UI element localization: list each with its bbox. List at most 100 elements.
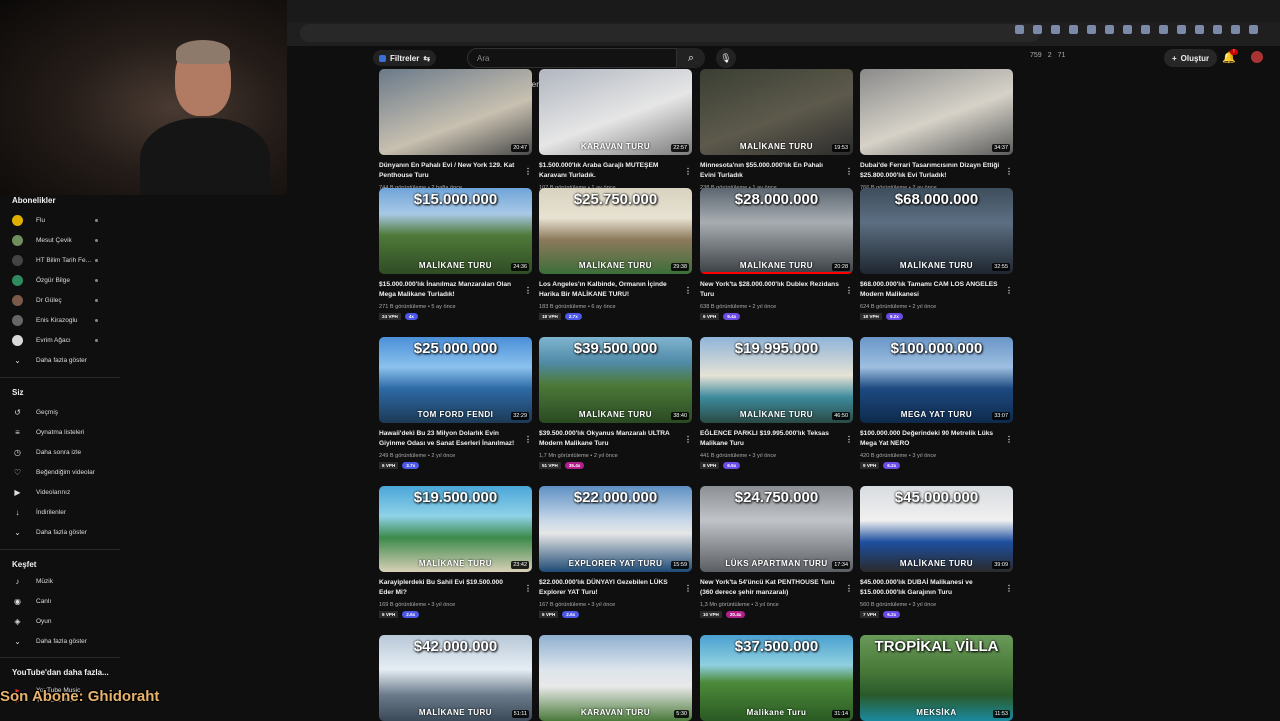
video-card[interactable]: $28.000.000 MALİKANE TURU 20:28 New York'ta… — [700, 188, 853, 320]
video-thumbnail[interactable]: $68.000.000 MALİKANE TURU 32:55 — [860, 188, 1013, 274]
video-thumbnail[interactable]: MALİKANE TURU 19:53 — [700, 69, 853, 155]
video-card[interactable]: $37.500.000 Malikane Turu 31:14 — [700, 635, 853, 721]
more-options-icon[interactable]: ⋮ — [684, 584, 692, 593]
more-options-icon[interactable]: ⋮ — [684, 167, 692, 176]
video-card[interactable]: $25.000.000 TOM FORD FENDI 32:29 Hawaii'dek… — [379, 337, 532, 469]
more-options-icon[interactable]: ⋮ — [524, 286, 532, 295]
explore-title[interactable]: Keşfet — [12, 560, 36, 569]
more-options-icon[interactable]: ⋮ — [845, 584, 853, 593]
video-card[interactable]: KARAVAN TURU 22:57 $1.500.000'lık Araba Ga… — [539, 69, 692, 201]
extension-icon[interactable] — [1159, 25, 1168, 34]
video-card[interactable]: 34:37 Dubai'de Ferrari Tasarımcısının Diz… — [860, 69, 1013, 201]
video-card[interactable]: 20:47 Dünyanın En Pahalı Evi / New York 1… — [379, 69, 532, 201]
subscription-item[interactable]: Özgür Bilge — [12, 273, 112, 287]
video-thumbnail[interactable]: $25.000.000 TOM FORD FENDI 32:29 — [379, 337, 532, 423]
video-card[interactable]: $68.000.000 MALİKANE TURU 32:55 $68.000.000… — [860, 188, 1013, 320]
video-thumbnail[interactable]: $15.000.000 MALİKANE TURU 24:36 — [379, 188, 532, 274]
video-card[interactable]: $22.000.000 EXPLORER YAT TURU 15:59 $22.000… — [539, 486, 692, 618]
video-thumbnail[interactable]: 20:47 — [379, 69, 532, 155]
video-thumbnail[interactable]: $25.750.000 MALİKANE TURU 29:38 — [539, 188, 692, 274]
video-card[interactable]: $24.750.000 LÜKS APARTMAN TURU 17:34 New Yo… — [700, 486, 853, 618]
video-title[interactable]: $1.500.000'lık Araba Garajlı MUTEŞEM Kar… — [539, 161, 679, 181]
video-thumbnail[interactable]: $28.000.000 MALİKANE TURU 20:28 — [700, 188, 853, 274]
account-avatar[interactable] — [1251, 51, 1263, 63]
explore-item[interactable]: ♪ Müzik — [12, 574, 112, 588]
extension-icon[interactable] — [1051, 25, 1060, 34]
more-from-youtube-title[interactable]: YouTube'dan daha fazla... — [12, 668, 109, 677]
more-options-icon[interactable]: ⋮ — [524, 167, 532, 176]
video-title[interactable]: New York'ta $28.000.000'lık Dublex Rezid… — [700, 280, 840, 300]
video-card[interactable]: KARAVAN TURU 5:30 — [539, 635, 692, 721]
video-card[interactable]: $25.750.000 MALİKANE TURU 29:38 Los Angeles… — [539, 188, 692, 320]
video-thumbnail[interactable]: $45.000.000 MALİKANE TURU 39:09 — [860, 486, 1013, 572]
create-button[interactable]: + Oluştur — [1164, 49, 1218, 67]
show-more-subscriptions[interactable]: ⌄ Daha fazla göster — [12, 353, 112, 367]
search-input[interactable]: Ara — [467, 48, 677, 68]
you-section-title[interactable]: Siz — [12, 388, 24, 397]
more-options-icon[interactable]: ⋮ — [684, 286, 692, 295]
video-card[interactable]: $39.500.000 MALİKANE TURU 38:40 $39.500.000… — [539, 337, 692, 469]
more-options-icon[interactable]: ⋮ — [524, 584, 532, 593]
extension-icon[interactable] — [1195, 25, 1204, 34]
more-options-icon[interactable]: ⋮ — [1005, 584, 1013, 593]
video-title[interactable]: $15.000.000'lık İnanılmaz Manzaraları Ol… — [379, 280, 519, 300]
video-title[interactable]: EĞLENCE PARKLI $19.995.000'lık Teksas Ma… — [700, 429, 840, 449]
video-card[interactable]: $45.000.000 MALİKANE TURU 39:09 $45.000.000… — [860, 486, 1013, 618]
subscription-item[interactable]: HT Bilim Tarih Fe... — [12, 253, 112, 267]
extension-icon[interactable] — [1105, 25, 1114, 34]
show-more-you[interactable]: ⌄ Daha fazla göster — [12, 525, 112, 539]
video-title[interactable]: $100.000.000 Değerindeki 90 Metrelik Lük… — [860, 429, 1000, 449]
video-thumbnail[interactable]: TROPİKAL VİLLA MEKSİKA 11:53 — [860, 635, 1013, 721]
video-thumbnail[interactable]: $19.500.000 MALİKANE TURU 23:42 — [379, 486, 532, 572]
extension-icon[interactable] — [1141, 25, 1150, 34]
more-options-icon[interactable]: ⋮ — [1005, 286, 1013, 295]
video-title[interactable]: Karayiplerdeki Bu Sahil Evi $19.500.000 … — [379, 578, 519, 598]
extension-icon[interactable] — [1015, 25, 1024, 34]
filter-button[interactable]: Filtreler ⇆ — [373, 50, 437, 66]
video-thumbnail[interactable]: $39.500.000 MALİKANE TURU 38:40 — [539, 337, 692, 423]
you-item[interactable]: ▶ Videolarınız — [12, 485, 112, 499]
voice-search-button[interactable]: 🎙 — [716, 48, 736, 68]
video-title[interactable]: $45.000.000'lık DUBAİ Malikanesi ve $15.… — [860, 578, 1000, 598]
extension-icon[interactable] — [1069, 25, 1078, 34]
video-card[interactable]: MALİKANE TURU 19:53 Minnesota'nın $55.000.… — [700, 69, 853, 201]
show-more-explore[interactable]: ⌄ Daha fazla göster — [12, 634, 112, 648]
video-title[interactable]: New York'ta 54'üncü Kat PENTHOUSE Turu (… — [700, 578, 840, 598]
extension-icon[interactable] — [1087, 25, 1096, 34]
subscription-item[interactable]: Mesut Çevik — [12, 233, 112, 247]
subscription-item[interactable]: Enis Kirazoglu — [12, 313, 112, 327]
extension-icon[interactable] — [1231, 25, 1240, 34]
video-title[interactable]: Dünyanın En Pahalı Evi / New York 129. K… — [379, 161, 519, 181]
more-options-icon[interactable]: ⋮ — [845, 435, 853, 444]
video-card[interactable]: $100.000.000 MEGA YAT TURU 33:07 $100.000.0… — [860, 337, 1013, 469]
more-options-icon[interactable]: ⋮ — [845, 286, 853, 295]
explore-item[interactable]: ◉ Canlı — [12, 594, 112, 608]
video-thumbnail[interactable]: $22.000.000 EXPLORER YAT TURU 15:59 — [539, 486, 692, 572]
video-title[interactable]: $68.000.000'lık Tamamı CAM LOS ANGELES M… — [860, 280, 1000, 300]
video-title[interactable]: $39.500.000'lık Okyanus Manzaralı ULTRA … — [539, 429, 679, 449]
video-card[interactable]: $15.000.000 MALİKANE TURU 24:36 $15.000.000… — [379, 188, 532, 320]
explore-item[interactable]: ◈ Oyun — [12, 614, 112, 628]
video-card[interactable]: TROPİKAL VİLLA MEKSİKA 11:53 — [860, 635, 1013, 721]
more-options-icon[interactable]: ⋮ — [684, 435, 692, 444]
address-bar[interactable] — [300, 24, 1040, 42]
subscription-item[interactable]: Evrim Ağacı — [12, 333, 112, 347]
subscription-item[interactable]: Dr Güleç — [12, 293, 112, 307]
video-title[interactable]: $22.000.000'lık DÜNYAYI Gezebilen LÜKS E… — [539, 578, 679, 598]
video-thumbnail[interactable]: $19.995.000 MALİKANE TURU 46:50 — [700, 337, 853, 423]
video-thumbnail[interactable]: $37.500.000 Malikane Turu 31:14 — [700, 635, 853, 721]
you-item[interactable]: ↓ İndirilenler — [12, 505, 112, 519]
you-item[interactable]: ♡ Beğendiğim videolar — [12, 465, 112, 479]
video-title[interactable]: Minnesota'nın $55.000.000'lık En Pahalı … — [700, 161, 840, 181]
more-options-icon[interactable]: ⋮ — [1005, 167, 1013, 176]
extension-icon[interactable] — [1177, 25, 1186, 34]
video-thumbnail[interactable]: 34:37 — [860, 69, 1013, 155]
extension-icon[interactable] — [1033, 25, 1042, 34]
more-options-icon[interactable]: ⋮ — [1005, 435, 1013, 444]
you-item[interactable]: ↺ Geçmiş — [12, 405, 112, 419]
video-thumbnail[interactable]: $24.750.000 LÜKS APARTMAN TURU 17:34 — [700, 486, 853, 572]
video-card[interactable]: $19.500.000 MALİKANE TURU 23:42 Karayiplerd… — [379, 486, 532, 618]
video-thumbnail[interactable]: KARAVAN TURU 22:57 — [539, 69, 692, 155]
video-card[interactable]: $19.995.000 MALİKANE TURU 46:50 EĞLENCE PAR… — [700, 337, 853, 469]
video-card[interactable]: $42.000.000 MALİKANE TURU 51:11 — [379, 635, 532, 721]
